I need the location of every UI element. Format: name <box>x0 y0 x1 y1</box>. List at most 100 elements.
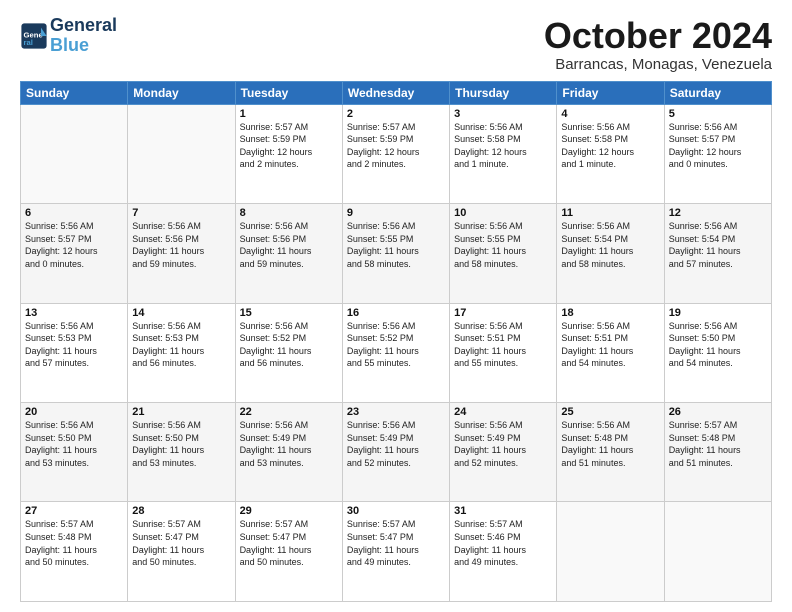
day-info: Sunrise: 5:56 AM Sunset: 5:57 PM Dayligh… <box>669 121 767 171</box>
day-number: 8 <box>240 207 338 219</box>
day-info: Sunrise: 5:56 AM Sunset: 5:57 PM Dayligh… <box>25 220 123 270</box>
day-info: Sunrise: 5:56 AM Sunset: 5:49 PM Dayligh… <box>347 419 445 469</box>
day-number: 20 <box>25 406 123 418</box>
calendar-cell: 2Sunrise: 5:57 AM Sunset: 5:59 PM Daylig… <box>342 104 449 203</box>
calendar-week-5: 27Sunrise: 5:57 AM Sunset: 5:48 PM Dayli… <box>21 502 772 602</box>
calendar-cell: 22Sunrise: 5:56 AM Sunset: 5:49 PM Dayli… <box>235 403 342 502</box>
calendar-cell: 23Sunrise: 5:56 AM Sunset: 5:49 PM Dayli… <box>342 403 449 502</box>
calendar-cell: 19Sunrise: 5:56 AM Sunset: 5:50 PM Dayli… <box>664 303 771 402</box>
logo-blue: Blue <box>50 35 89 55</box>
day-number: 26 <box>669 406 767 418</box>
calendar-cell: 20Sunrise: 5:56 AM Sunset: 5:50 PM Dayli… <box>21 403 128 502</box>
calendar-cell: 6Sunrise: 5:56 AM Sunset: 5:57 PM Daylig… <box>21 204 128 303</box>
calendar-cell <box>557 502 664 602</box>
header-monday: Monday <box>128 81 235 104</box>
day-number: 31 <box>454 505 552 517</box>
day-number: 9 <box>347 207 445 219</box>
calendar-week-4: 20Sunrise: 5:56 AM Sunset: 5:50 PM Dayli… <box>21 403 772 502</box>
calendar-cell: 30Sunrise: 5:57 AM Sunset: 5:47 PM Dayli… <box>342 502 449 602</box>
day-info: Sunrise: 5:57 AM Sunset: 5:48 PM Dayligh… <box>669 419 767 469</box>
month-title: October 2024 <box>544 16 772 56</box>
day-number: 10 <box>454 207 552 219</box>
day-number: 1 <box>240 108 338 120</box>
day-info: Sunrise: 5:56 AM Sunset: 5:55 PM Dayligh… <box>347 220 445 270</box>
day-number: 23 <box>347 406 445 418</box>
day-number: 28 <box>132 505 230 517</box>
day-number: 17 <box>454 307 552 319</box>
calendar-cell: 25Sunrise: 5:56 AM Sunset: 5:48 PM Dayli… <box>557 403 664 502</box>
header-friday: Friday <box>557 81 664 104</box>
day-info: Sunrise: 5:56 AM Sunset: 5:56 PM Dayligh… <box>132 220 230 270</box>
day-info: Sunrise: 5:56 AM Sunset: 5:54 PM Dayligh… <box>669 220 767 270</box>
day-info: Sunrise: 5:56 AM Sunset: 5:53 PM Dayligh… <box>25 320 123 370</box>
day-info: Sunrise: 5:56 AM Sunset: 5:53 PM Dayligh… <box>132 320 230 370</box>
day-info: Sunrise: 5:56 AM Sunset: 5:52 PM Dayligh… <box>347 320 445 370</box>
calendar-week-2: 6Sunrise: 5:56 AM Sunset: 5:57 PM Daylig… <box>21 204 772 303</box>
day-info: Sunrise: 5:56 AM Sunset: 5:48 PM Dayligh… <box>561 419 659 469</box>
calendar-cell: 24Sunrise: 5:56 AM Sunset: 5:49 PM Dayli… <box>450 403 557 502</box>
calendar-cell: 5Sunrise: 5:56 AM Sunset: 5:57 PM Daylig… <box>664 104 771 203</box>
calendar-week-1: 1Sunrise: 5:57 AM Sunset: 5:59 PM Daylig… <box>21 104 772 203</box>
calendar-cell: 16Sunrise: 5:56 AM Sunset: 5:52 PM Dayli… <box>342 303 449 402</box>
calendar-cell: 12Sunrise: 5:56 AM Sunset: 5:54 PM Dayli… <box>664 204 771 303</box>
calendar-cell: 10Sunrise: 5:56 AM Sunset: 5:55 PM Dayli… <box>450 204 557 303</box>
day-info: Sunrise: 5:56 AM Sunset: 5:49 PM Dayligh… <box>240 419 338 469</box>
header-sunday: Sunday <box>21 81 128 104</box>
svg-text:ral: ral <box>24 38 33 47</box>
calendar-cell: 13Sunrise: 5:56 AM Sunset: 5:53 PM Dayli… <box>21 303 128 402</box>
day-info: Sunrise: 5:57 AM Sunset: 5:59 PM Dayligh… <box>240 121 338 171</box>
day-number: 21 <box>132 406 230 418</box>
day-number: 22 <box>240 406 338 418</box>
calendar-cell: 29Sunrise: 5:57 AM Sunset: 5:47 PM Dayli… <box>235 502 342 602</box>
calendar-cell <box>21 104 128 203</box>
day-info: Sunrise: 5:56 AM Sunset: 5:56 PM Dayligh… <box>240 220 338 270</box>
day-info: Sunrise: 5:57 AM Sunset: 5:46 PM Dayligh… <box>454 518 552 568</box>
calendar-cell: 4Sunrise: 5:56 AM Sunset: 5:58 PM Daylig… <box>557 104 664 203</box>
logo-text: General Blue <box>50 16 117 56</box>
day-number: 27 <box>25 505 123 517</box>
day-number: 18 <box>561 307 659 319</box>
calendar-cell: 18Sunrise: 5:56 AM Sunset: 5:51 PM Dayli… <box>557 303 664 402</box>
header-thursday: Thursday <box>450 81 557 104</box>
day-number: 4 <box>561 108 659 120</box>
day-info: Sunrise: 5:56 AM Sunset: 5:50 PM Dayligh… <box>132 419 230 469</box>
logo-general: General <box>50 15 117 35</box>
header-wednesday: Wednesday <box>342 81 449 104</box>
calendar-table: Sunday Monday Tuesday Wednesday Thursday… <box>20 81 772 602</box>
calendar-cell: 28Sunrise: 5:57 AM Sunset: 5:47 PM Dayli… <box>128 502 235 602</box>
day-number: 15 <box>240 307 338 319</box>
day-number: 24 <box>454 406 552 418</box>
day-number: 6 <box>25 207 123 219</box>
day-info: Sunrise: 5:56 AM Sunset: 5:50 PM Dayligh… <box>25 419 123 469</box>
header-tuesday: Tuesday <box>235 81 342 104</box>
day-info: Sunrise: 5:56 AM Sunset: 5:51 PM Dayligh… <box>561 320 659 370</box>
day-info: Sunrise: 5:57 AM Sunset: 5:48 PM Dayligh… <box>25 518 123 568</box>
calendar-cell <box>128 104 235 203</box>
calendar-cell: 27Sunrise: 5:57 AM Sunset: 5:48 PM Dayli… <box>21 502 128 602</box>
calendar-cell: 21Sunrise: 5:56 AM Sunset: 5:50 PM Dayli… <box>128 403 235 502</box>
calendar-cell: 3Sunrise: 5:56 AM Sunset: 5:58 PM Daylig… <box>450 104 557 203</box>
day-number: 13 <box>25 307 123 319</box>
calendar-cell: 1Sunrise: 5:57 AM Sunset: 5:59 PM Daylig… <box>235 104 342 203</box>
day-info: Sunrise: 5:56 AM Sunset: 5:49 PM Dayligh… <box>454 419 552 469</box>
day-number: 30 <box>347 505 445 517</box>
calendar-cell <box>664 502 771 602</box>
calendar-cell: 15Sunrise: 5:56 AM Sunset: 5:52 PM Dayli… <box>235 303 342 402</box>
day-info: Sunrise: 5:56 AM Sunset: 5:58 PM Dayligh… <box>454 121 552 171</box>
day-number: 16 <box>347 307 445 319</box>
calendar-cell: 26Sunrise: 5:57 AM Sunset: 5:48 PM Dayli… <box>664 403 771 502</box>
day-info: Sunrise: 5:56 AM Sunset: 5:58 PM Dayligh… <box>561 121 659 171</box>
day-number: 29 <box>240 505 338 517</box>
calendar-cell: 17Sunrise: 5:56 AM Sunset: 5:51 PM Dayli… <box>450 303 557 402</box>
location-subtitle: Barrancas, Monagas, Venezuela <box>544 56 772 73</box>
header: Gene ral General Blue October 2024 Barra… <box>20 16 772 73</box>
calendar-cell: 8Sunrise: 5:56 AM Sunset: 5:56 PM Daylig… <box>235 204 342 303</box>
day-number: 2 <box>347 108 445 120</box>
calendar-week-3: 13Sunrise: 5:56 AM Sunset: 5:53 PM Dayli… <box>21 303 772 402</box>
day-number: 11 <box>561 207 659 219</box>
logo: Gene ral General Blue <box>20 16 117 56</box>
header-saturday: Saturday <box>664 81 771 104</box>
calendar-cell: 31Sunrise: 5:57 AM Sunset: 5:46 PM Dayli… <box>450 502 557 602</box>
calendar-cell: 14Sunrise: 5:56 AM Sunset: 5:53 PM Dayli… <box>128 303 235 402</box>
day-info: Sunrise: 5:56 AM Sunset: 5:55 PM Dayligh… <box>454 220 552 270</box>
